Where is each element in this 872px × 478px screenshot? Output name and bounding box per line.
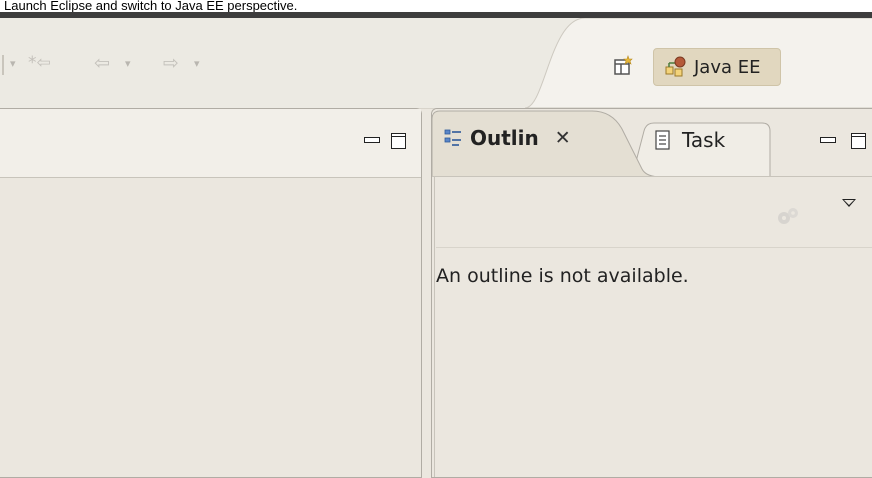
- gears-icon: [778, 208, 798, 224]
- dropdown-arrow-icon[interactable]: ▾: [194, 56, 200, 72]
- close-icon[interactable]: ✕: [555, 127, 571, 149]
- java-ee-perspective-icon: [665, 56, 686, 77]
- view-menu-chevron-icon[interactable]: [842, 199, 856, 207]
- forward-arrow-icon[interactable]: ⇨: [163, 52, 179, 74]
- outline-empty-message: An outline is not available.: [436, 265, 689, 287]
- maximize-icon[interactable]: [851, 133, 866, 149]
- perspective-label: Java EE: [694, 56, 761, 78]
- toolbar-separator: [2, 55, 4, 75]
- java-ee-perspective-button[interactable]: Java EE: [653, 48, 781, 86]
- dropdown-arrow-icon[interactable]: ▾: [10, 56, 16, 72]
- tab-outline-label: Outlin: [470, 126, 539, 150]
- task-list-icon: [655, 130, 670, 150]
- last-edit-location-icon[interactable]: *⇦: [28, 52, 51, 74]
- eclipse-window: ▾ *⇦ ⇦ ▾ ⇨ ▾ Java EE Outlin ✕ Task An ou…: [0, 12, 872, 478]
- minimize-icon[interactable]: [820, 137, 836, 143]
- back-arrow-icon[interactable]: ⇦: [94, 52, 110, 74]
- minimize-icon[interactable]: [364, 137, 380, 143]
- outline-icon: [444, 129, 461, 146]
- view-inner-border: [434, 177, 435, 477]
- maximize-icon[interactable]: [391, 133, 406, 149]
- tab-task-label: Task: [682, 128, 726, 152]
- instruction-caption: Launch Eclipse and switch to Java EE per…: [0, 0, 872, 12]
- dropdown-arrow-icon[interactable]: ▾: [125, 56, 131, 72]
- left-view-panel: [0, 108, 422, 478]
- view-toolbar: [436, 177, 872, 248]
- tab-outline[interactable]: Outlin ✕: [442, 123, 571, 153]
- tab-bar: Outlin ✕ Task: [432, 109, 872, 177]
- open-perspective-icon[interactable]: [613, 55, 635, 77]
- left-panel-header: [0, 109, 421, 178]
- tab-task-list[interactable]: Task: [654, 125, 725, 155]
- outline-view-panel: Outlin ✕ Task An outline is not availabl…: [431, 108, 872, 478]
